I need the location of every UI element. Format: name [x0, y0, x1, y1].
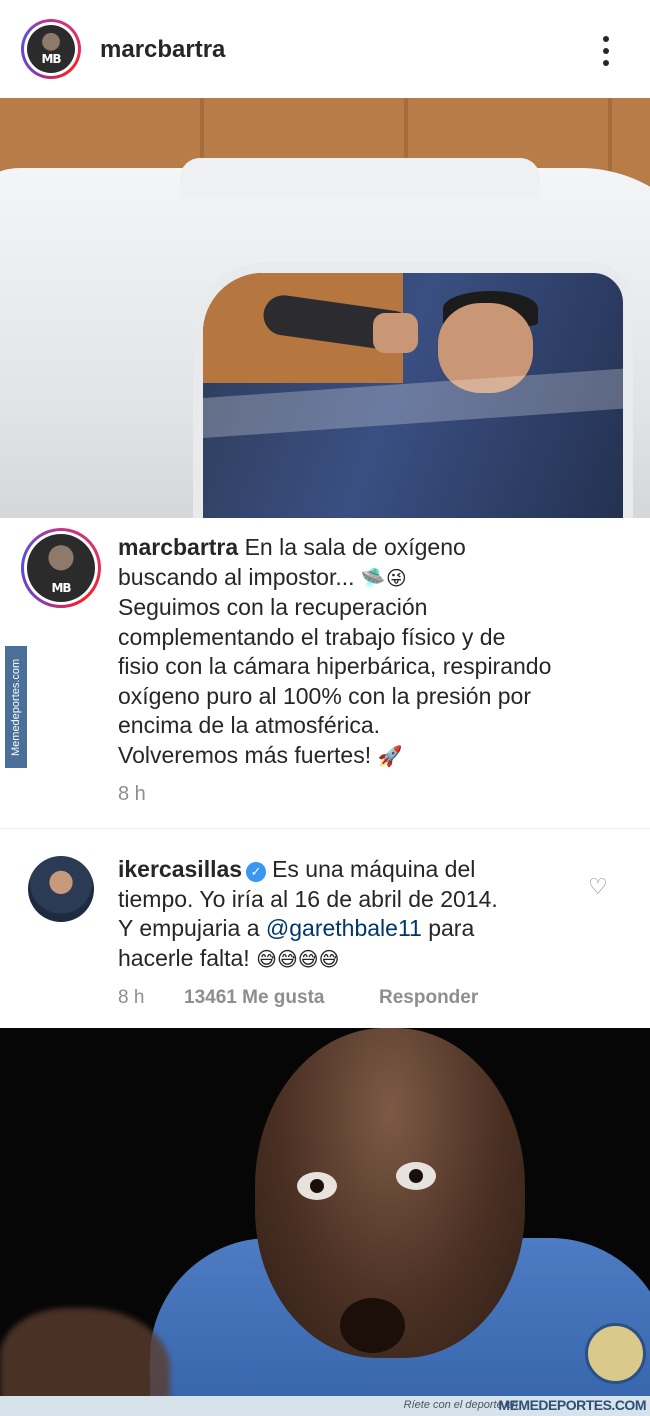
comment-body: ikercasillas ✓ Es una máquina del tiempo. …	[118, 855, 563, 974]
post-photo	[0, 98, 650, 518]
side-watermark: Memedeportes.com	[5, 646, 27, 768]
comment-likes[interactable]: 13461 Me gusta	[184, 987, 324, 1009]
avatar-image: MB	[27, 25, 75, 73]
profile-avatar[interactable]: MB	[21, 19, 81, 79]
avatar-logo-text: MB	[41, 52, 61, 66]
caption-timestamp: 8 h	[118, 783, 146, 805]
comment-username[interactable]: ikercasillas	[118, 856, 242, 882]
verified-badge-icon: ✓	[246, 862, 267, 882]
reaction-image	[0, 1028, 650, 1396]
divider	[0, 828, 650, 829]
rocket-emoji: 🚀	[377, 743, 403, 768]
sweat-smile-emojis: 😅😅😅😅	[256, 946, 340, 971]
ufo-wink-emoji: 🛸😜	[360, 565, 407, 590]
footer-watermark: Ríete con el deporte en MEMEDEPORTES.COM	[0, 1396, 650, 1416]
more-options-icon[interactable]	[596, 34, 616, 68]
footer-brand: MEMEDEPORTES.COM	[498, 1397, 646, 1413]
caption-avatar[interactable]: MB	[21, 528, 101, 608]
mention-link[interactable]: @garethbale11	[266, 915, 422, 941]
heart-outline-icon[interactable]: ♡	[588, 876, 612, 898]
comment-meta: 8 h 13461 Me gusta Responder	[118, 987, 478, 1009]
post-caption: marcbartra En la sala de oxígeno buscand…	[118, 533, 618, 771]
reply-button[interactable]: Responder	[379, 987, 478, 1009]
post-header: MB marcbartra	[0, 0, 650, 98]
comment-timestamp: 8 h	[118, 987, 145, 1008]
commenter-avatar[interactable]	[28, 856, 94, 922]
chamber-window	[193, 263, 633, 518]
caption-username[interactable]: marcbartra	[118, 534, 238, 560]
header-username[interactable]: marcbartra	[100, 36, 225, 64]
